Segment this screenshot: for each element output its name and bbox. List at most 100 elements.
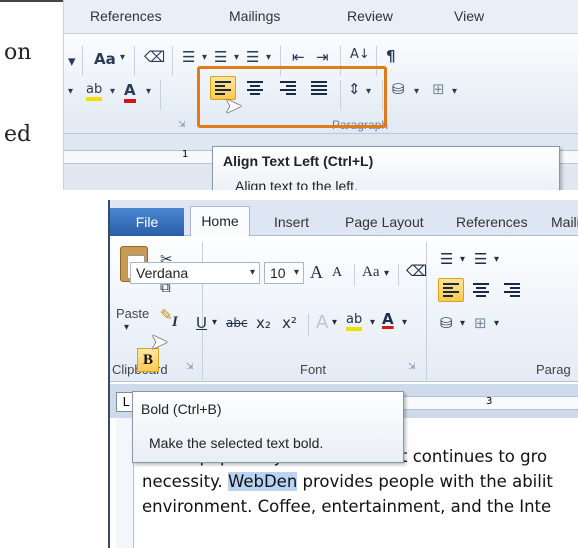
chevron-down-icon[interactable]: ▾ — [266, 52, 271, 63]
chevron-down-icon[interactable]: ▾ — [494, 318, 499, 329]
text-highlight-icon[interactable]: ab — [346, 312, 363, 331]
shrink-font-button[interactable]: A — [332, 265, 342, 281]
chevron-down-icon[interactable]: ▾ — [460, 254, 465, 265]
tooltip-description: Align text to the left. — [235, 178, 358, 190]
text-highlight-icon[interactable]: ab — [86, 82, 103, 101]
format-painter-icon[interactable]: ✎ — [160, 306, 173, 324]
subscript-button[interactable]: x₂ — [256, 314, 271, 332]
divider — [426, 242, 427, 380]
tab-review[interactable]: Review — [347, 8, 393, 24]
document-text: provides people with the abilit — [297, 472, 553, 491]
tab-mailings[interactable]: Mailings — [229, 8, 280, 24]
divider — [82, 46, 83, 76]
document-text: necessity. — [142, 472, 228, 491]
increase-indent-icon[interactable]: ⇥ — [316, 48, 329, 66]
chevron-down-icon[interactable]: ▾ — [494, 254, 499, 265]
strikethrough-button[interactable]: abc — [226, 316, 248, 330]
numbering-icon[interactable]: ☰ — [214, 48, 227, 66]
shading-icon[interactable]: ⛁ — [440, 314, 453, 332]
document-line-3: environment. Coffee, entertainment, and … — [142, 497, 552, 516]
chevron-down-icon[interactable]: ▾ — [212, 317, 217, 328]
background-text-line-1: on — [4, 40, 32, 65]
divider — [160, 80, 161, 110]
chevron-down-icon[interactable]: ▾ — [110, 86, 115, 97]
ruler-number: 3 — [486, 396, 493, 407]
chevron-down-icon[interactable]: ▾ — [124, 322, 129, 333]
chevron-down-icon[interactable]: ▾ — [68, 86, 73, 97]
superscript-button[interactable]: x² — [282, 314, 297, 332]
chevron-down-icon[interactable]: ▾ — [384, 268, 389, 279]
text-effects-icon[interactable]: A — [316, 312, 328, 333]
tab-mailings[interactable]: Mailings — [551, 214, 578, 230]
selected-text[interactable]: WebDen — [227, 472, 298, 491]
chevron-down-icon[interactable]: ▾ — [68, 52, 76, 70]
clear-formatting-icon[interactable]: ⌫ — [406, 262, 427, 280]
tab-home[interactable]: Home — [190, 206, 250, 237]
chevron-down-icon[interactable]: ▾ — [460, 318, 465, 329]
tab-file[interactable]: File — [110, 208, 184, 236]
grow-font-button[interactable]: A — [310, 262, 323, 283]
chevron-down-icon[interactable]: ▾ — [452, 86, 457, 97]
multilevel-list-icon[interactable]: ☰ — [246, 48, 259, 66]
align-center-button[interactable] — [468, 278, 494, 302]
tab-page-layout[interactable]: Page Layout — [345, 214, 424, 230]
divider — [354, 264, 355, 286]
font-color-button[interactable]: A — [124, 81, 136, 103]
chevron-down-icon[interactable]: ▾ — [370, 317, 375, 328]
sort-az-icon[interactable]: A↓ — [350, 47, 370, 62]
shading-icon[interactable]: ⛁ — [392, 80, 405, 98]
numbering-icon[interactable]: ☰ — [474, 250, 487, 268]
borders-icon[interactable]: ⊞ — [432, 80, 445, 98]
chevron-down-icon[interactable]: ▾ — [146, 86, 151, 97]
borders-icon[interactable]: ⊞ — [474, 314, 487, 332]
chevron-down-icon[interactable]: ▾ — [234, 52, 239, 63]
paragraph-ribbon-screenshot: References Mailings Review View ▾ Aa ▾ ⌫… — [63, 0, 578, 190]
divider — [398, 264, 399, 286]
font-name-combo[interactable]: Verdana ▾ — [130, 262, 260, 284]
chevron-down-icon[interactable]: ▾ — [402, 317, 407, 328]
divider — [172, 46, 173, 76]
ribbon-tab-bar: File Home Insert Page Layout References … — [110, 200, 578, 237]
chevron-down-icon[interactable]: ▾ — [414, 86, 419, 97]
divider — [308, 314, 309, 336]
align-left-tooltip: Align Text Left (Ctrl+L) Align text to t… — [212, 146, 560, 190]
chevron-down-icon[interactable]: ▾ — [332, 317, 337, 328]
mouse-cursor-icon: ➤ — [150, 330, 169, 355]
mouse-cursor-icon: ➤ — [224, 94, 243, 119]
tab-references[interactable]: References — [90, 8, 162, 24]
change-case-button[interactable]: Aa — [94, 50, 116, 68]
font-size-value: 10 — [270, 265, 286, 281]
tab-insert[interactable]: Insert — [274, 214, 309, 230]
font-size-combo[interactable]: 10 ▾ — [264, 262, 304, 284]
italic-button[interactable]: I — [172, 314, 178, 331]
tab-view[interactable]: View — [454, 8, 484, 24]
bullets-icon[interactable]: ☰ — [440, 250, 453, 268]
ribbon-panel: Paste ▾ ✂ ⧉ ✎ Clipboard ⇲ Verdana ▾ 10 ▾… — [110, 236, 578, 382]
dialog-launcher-icon[interactable]: ⇲ — [186, 362, 194, 372]
underline-button[interactable]: U — [196, 314, 207, 332]
tooltip-title: Align Text Left (Ctrl+L) — [223, 153, 374, 169]
chevron-down-icon[interactable]: ▾ — [202, 52, 207, 63]
document-line-2: necessity. WebDen provides people with t… — [142, 472, 553, 491]
font-color-button[interactable]: A — [382, 310, 394, 328]
ruler-number: 1 — [182, 149, 189, 160]
ribbon-tab-bar: References Mailings Review View — [64, 0, 578, 34]
dialog-launcher-icon[interactable]: ⇲ — [408, 362, 416, 372]
paste-button-label[interactable]: Paste — [116, 306, 149, 321]
clear-formatting-icon[interactable]: ⌫ — [144, 48, 165, 66]
show-formatting-marks-icon[interactable]: ¶ — [386, 47, 396, 65]
chevron-down-icon[interactable]: ▾ — [250, 263, 255, 283]
align-left-button[interactable] — [438, 278, 464, 302]
bold-tooltip: Bold (Ctrl+B) Make the selected text bol… — [132, 391, 404, 463]
bullets-icon[interactable]: ☰ — [182, 48, 195, 66]
tooltip-title: Bold (Ctrl+B) — [141, 401, 222, 417]
paragraph-group-label: Parag — [536, 362, 571, 377]
change-case-button[interactable]: Aa — [362, 264, 380, 281]
chevron-down-icon[interactable]: ▾ — [294, 263, 299, 283]
dialog-launcher-icon[interactable]: ⇲ — [178, 120, 186, 130]
font-ribbon-screenshot: File Home Insert Page Layout References … — [108, 200, 578, 548]
chevron-down-icon[interactable]: ▾ — [120, 52, 125, 63]
decrease-indent-icon[interactable]: ⇤ — [292, 48, 305, 66]
align-right-button[interactable] — [498, 278, 524, 302]
tab-references[interactable]: References — [456, 214, 528, 230]
